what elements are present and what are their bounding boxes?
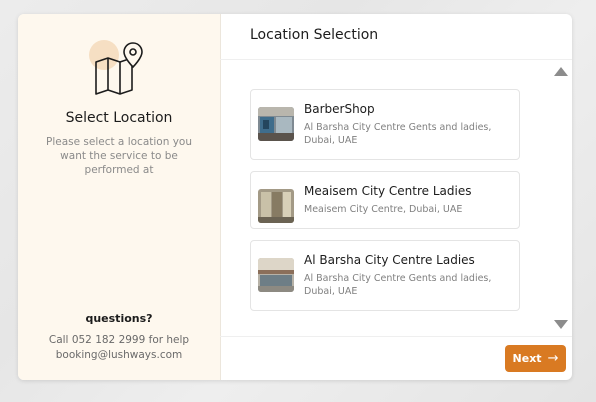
- questions-heading: questions?: [85, 312, 153, 325]
- location-address: Meaisem City Centre, Dubai, UAE: [304, 204, 463, 215]
- location-thumbnail: [258, 189, 294, 223]
- location-dialog: Select Location Please select a location…: [18, 14, 572, 380]
- location-name: BarberShop: [304, 102, 375, 116]
- scroll-up-arrow-icon[interactable]: [554, 67, 568, 76]
- sidebar-description: Please select a location you want the se…: [45, 136, 192, 176]
- location-address: Al Barsha City Centre Gents and ladies, …: [304, 273, 492, 297]
- help-contact: Call 052 182 2999 for help booking@lushw…: [18, 333, 220, 363]
- page-title: Location Selection: [250, 27, 379, 43]
- map-pin-icon: [88, 40, 146, 98]
- location-name: Meaisem City Centre Ladies: [304, 184, 472, 198]
- location-address: Al Barsha City Centre Gents and ladies, …: [304, 122, 492, 146]
- location-list: BarberShop Al Barsha City Centre Gents a…: [250, 89, 520, 322]
- location-card[interactable]: Meaisem City Centre Ladies Meaisem City …: [250, 171, 520, 229]
- arrow-right-icon: →: [547, 351, 559, 366]
- location-card[interactable]: BarberShop Al Barsha City Centre Gents a…: [250, 89, 520, 160]
- scroll-down-arrow-icon[interactable]: [554, 320, 568, 329]
- location-thumbnail: [258, 258, 294, 292]
- next-button-label: Next: [512, 352, 542, 365]
- location-thumbnail: [258, 107, 294, 141]
- location-name: Al Barsha City Centre Ladies: [304, 253, 475, 267]
- help-phone-line: Call 052 182 2999 for help: [48, 334, 190, 346]
- location-card[interactable]: Al Barsha City Centre Ladies Al Barsha C…: [250, 240, 520, 311]
- next-button[interactable]: Next →: [505, 345, 566, 372]
- footer-divider: [220, 336, 572, 337]
- sidebar-panel: Select Location Please select a location…: [18, 14, 221, 380]
- main-panel: Location Selection BarberShop Al Barsha …: [220, 14, 572, 380]
- sidebar-title: Select Location: [65, 110, 173, 126]
- header-divider: [220, 59, 572, 60]
- help-email: booking@lushways.com: [55, 349, 183, 361]
